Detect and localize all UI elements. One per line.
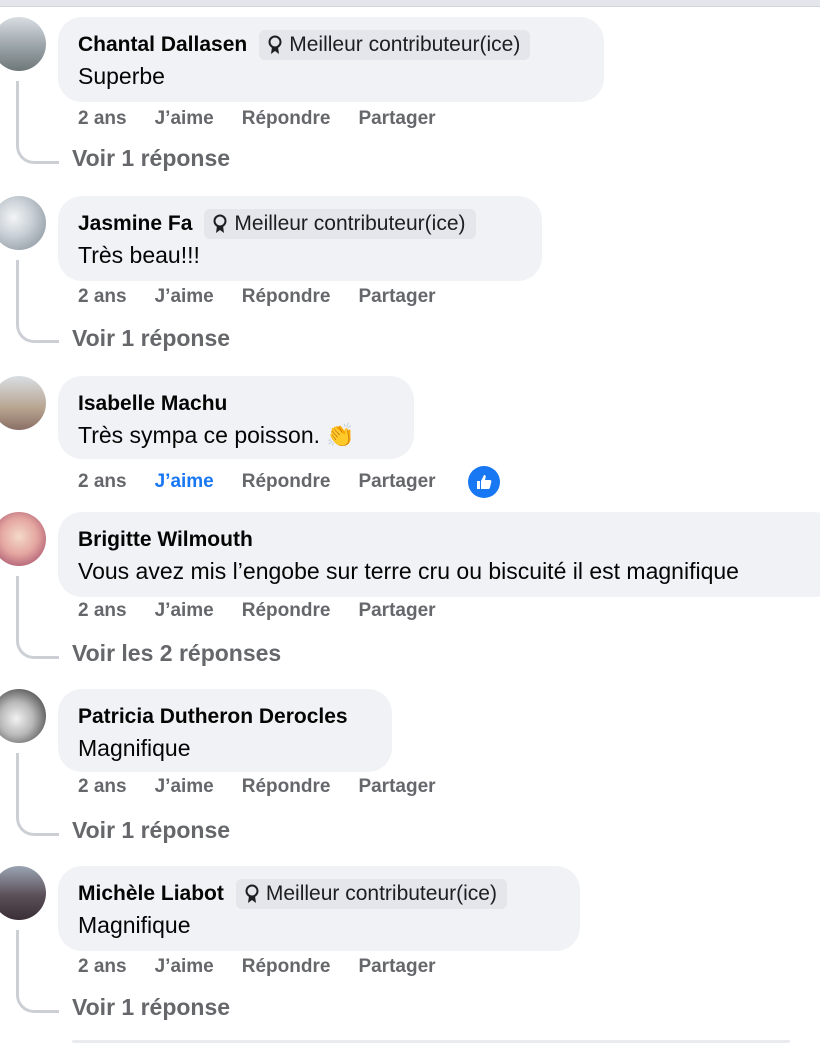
reply-button[interactable]: Répondre (242, 286, 331, 308)
badge-icon (268, 35, 282, 54)
comment-actions: 2 ans J’aime Répondre Partager (78, 286, 436, 308)
author-name[interactable]: Jasmine Fa (78, 212, 192, 236)
share-button[interactable]: Partager (358, 776, 435, 798)
reply-button[interactable]: Répondre (242, 108, 331, 130)
comment-bubble: Michèle Liabot Meilleur contributeur(ice… (58, 866, 580, 951)
like-button[interactable]: J’aime (155, 286, 214, 308)
comment-bubble: Patricia Dutheron Derocles Magnifique (58, 689, 392, 772)
comment-text: Magnifique (78, 912, 191, 938)
comment-text: Superbe (78, 63, 165, 89)
reply-button[interactable]: Répondre (242, 600, 331, 622)
comment-bubble: Brigitte Wilmouth Vous avez mis l’engobe… (58, 512, 820, 597)
badge-label: Meilleur contributeur(ice) (289, 33, 521, 56)
like-button[interactable]: J’aime (155, 108, 214, 130)
comment-text: Très sympa ce poisson. 👏 (78, 422, 356, 448)
comment-text: Vous avez mis l’engobe sur terre cru ou … (78, 558, 739, 584)
avatar[interactable] (0, 196, 46, 250)
timestamp[interactable]: 2 ans (78, 108, 127, 130)
like-button[interactable]: J’aime (155, 600, 214, 622)
timestamp[interactable]: 2 ans (78, 776, 127, 798)
share-button[interactable]: Partager (358, 600, 435, 622)
timestamp[interactable]: 2 ans (78, 286, 127, 308)
badge-label: Meilleur contributeur(ice) (265, 882, 497, 905)
author-name[interactable]: Patricia Dutheron Derocles (78, 705, 348, 729)
view-replies-link[interactable]: Voir 1 réponse (72, 994, 230, 1021)
bottom-divider (72, 1040, 790, 1043)
top-contributor-badge[interactable]: Meilleur contributeur(ice) (259, 30, 531, 60)
badge-icon (245, 884, 259, 903)
share-button[interactable]: Partager (358, 286, 435, 308)
comment-actions: 2 ans J’aime Répondre Partager (78, 600, 436, 622)
thread-connector (16, 930, 59, 1013)
comment-bubble: Jasmine Fa Meilleur contributeur(ice) Tr… (58, 196, 542, 281)
thumbs-up-icon (476, 475, 491, 489)
like-button[interactable]: J’aime (155, 471, 214, 493)
reply-button[interactable]: Répondre (242, 956, 331, 978)
comment-actions: 2 ans J’aime Répondre Partager (78, 108, 436, 130)
avatar[interactable] (0, 512, 46, 566)
author-name[interactable]: Chantal Dallasen (78, 33, 247, 57)
top-contributor-badge[interactable]: Meilleur contributeur(ice) (235, 879, 507, 909)
view-replies-link[interactable]: Voir 1 réponse (72, 817, 230, 844)
avatar[interactable] (0, 376, 46, 430)
comment-text: Magnifique (78, 735, 191, 761)
thread-connector (16, 260, 59, 343)
top-contributor-badge[interactable]: Meilleur contributeur(ice) (204, 209, 476, 239)
avatar[interactable] (0, 689, 46, 743)
badge-icon (213, 214, 227, 233)
timestamp[interactable]: 2 ans (78, 471, 127, 493)
author-name[interactable]: Michèle Liabot (78, 882, 224, 906)
top-divider (0, 0, 820, 7)
avatar[interactable] (0, 17, 46, 71)
thread-connector (16, 576, 59, 659)
comment-bubble: Chantal Dallasen Meilleur contributeur(i… (58, 17, 604, 102)
share-button[interactable]: Partager (358, 108, 435, 130)
view-replies-link[interactable]: Voir 1 réponse (72, 145, 230, 172)
timestamp[interactable]: 2 ans (78, 600, 127, 622)
comment-actions: 2 ans J’aime Répondre Partager (78, 776, 436, 798)
author-name[interactable]: Brigitte Wilmouth (78, 528, 253, 552)
share-button[interactable]: Partager (358, 956, 435, 978)
avatar[interactable] (0, 866, 46, 920)
like-button[interactable]: J’aime (155, 776, 214, 798)
timestamp[interactable]: 2 ans (78, 956, 127, 978)
thread-connector (16, 753, 59, 836)
author-name[interactable]: Isabelle Machu (78, 392, 227, 416)
like-reaction-icon[interactable] (467, 466, 500, 498)
share-button[interactable]: Partager (358, 471, 435, 493)
comment-bubble: Isabelle Machu Très sympa ce poisson. 👏 (58, 376, 414, 459)
thread-connector (16, 81, 59, 164)
like-button[interactable]: J’aime (155, 956, 214, 978)
comment-actions: 2 ans J’aime Répondre Partager (78, 466, 500, 498)
badge-label: Meilleur contributeur(ice) (234, 212, 466, 235)
view-replies-link[interactable]: Voir 1 réponse (72, 325, 230, 352)
reply-button[interactable]: Répondre (242, 471, 331, 493)
view-replies-link[interactable]: Voir les 2 réponses (72, 640, 281, 667)
reply-button[interactable]: Répondre (242, 776, 331, 798)
comment-actions: 2 ans J’aime Répondre Partager (78, 956, 436, 978)
comment-text: Très beau!!! (78, 242, 200, 268)
